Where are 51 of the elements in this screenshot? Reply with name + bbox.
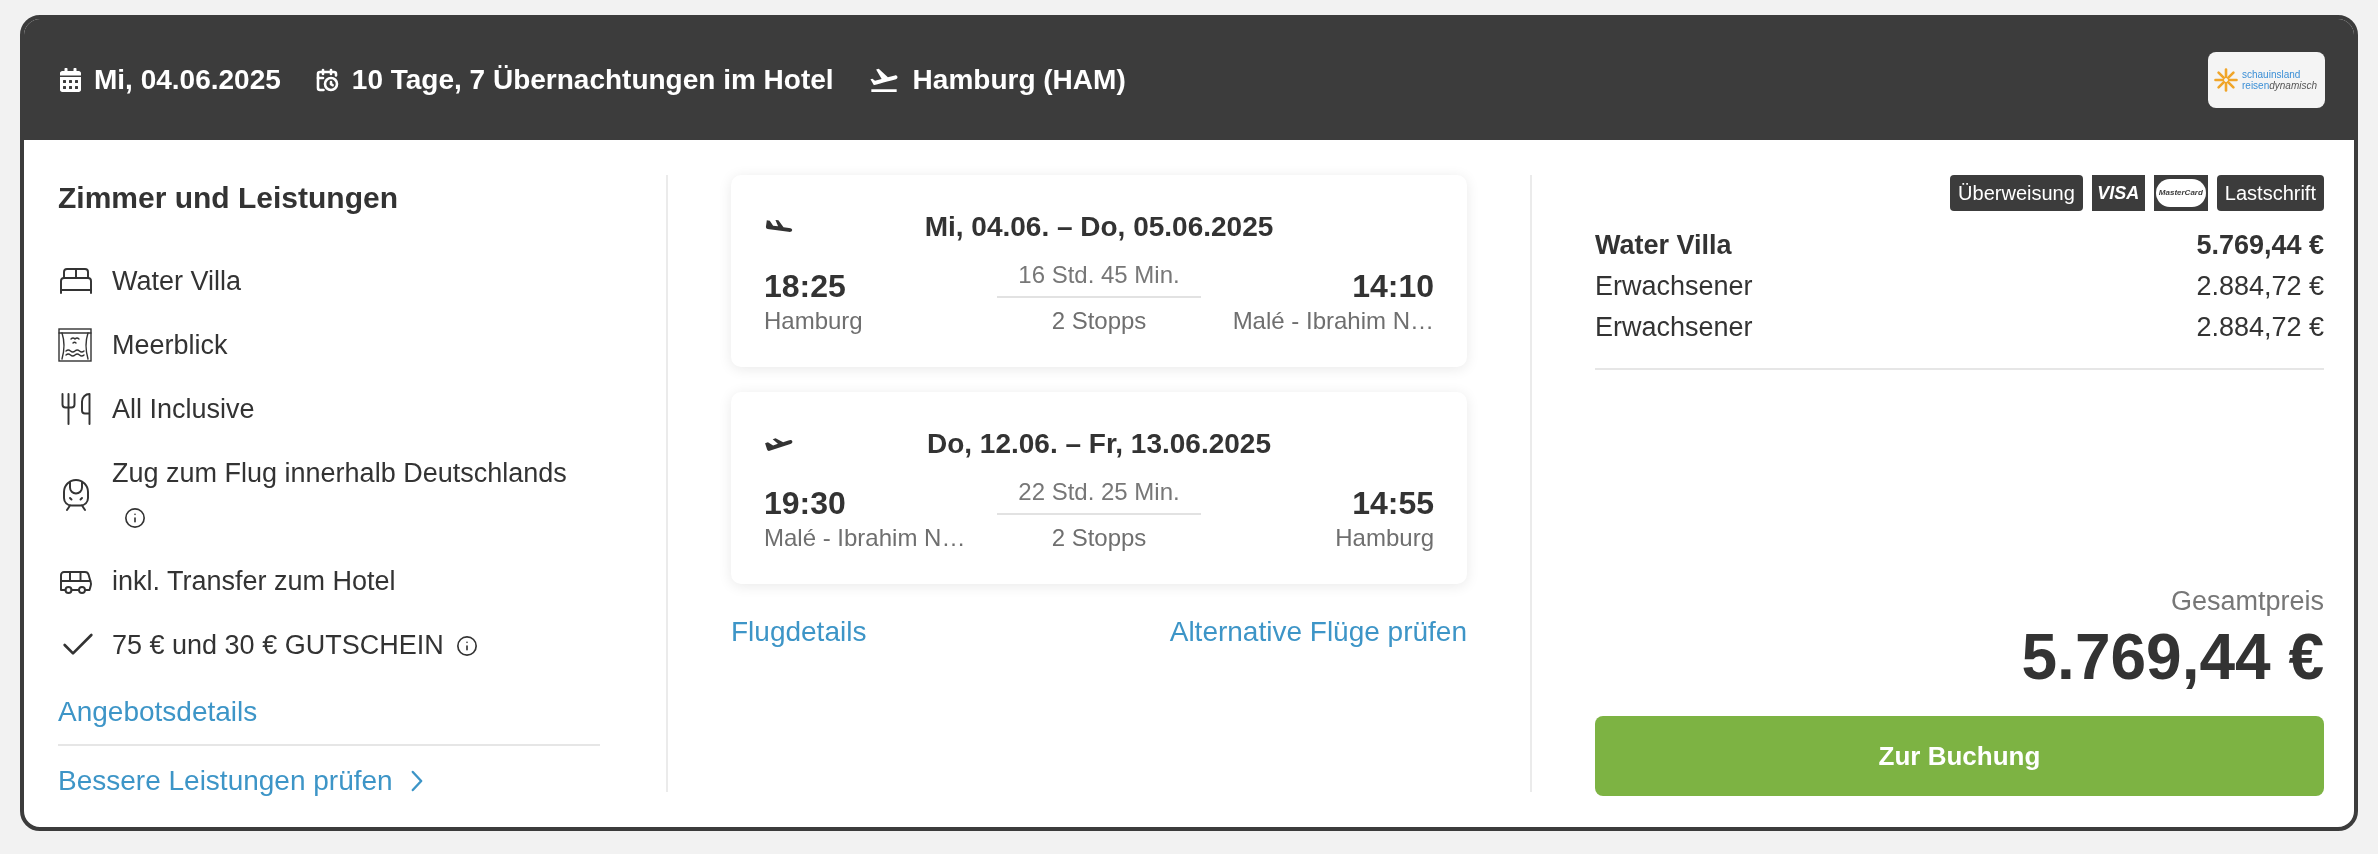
- payment-method-badge: Überweisung: [1950, 175, 2083, 211]
- info-icon[interactable]: [124, 507, 146, 529]
- stops-count: 2 Stopps: [1051, 306, 1147, 336]
- departure-time: 18:25: [764, 267, 846, 305]
- window-waves-icon: [58, 328, 92, 362]
- sun-logo-icon: [2214, 67, 2238, 92]
- departure-place: Malé - Ibrahim N…: [764, 523, 966, 553]
- flight-duration: 22 Std. 25 Min.: [1018, 477, 1180, 507]
- alternative-flights-link[interactable]: Alternative Flüge prüfen: [1169, 614, 1467, 650]
- service-label: Zug zum Flug innerhalb Deutschlands: [112, 458, 567, 488]
- price-item-amount: 2.884,72 €: [2196, 270, 2324, 303]
- section-title: Zimmer und Leistungen: [58, 180, 399, 216]
- arrival-time: 14:55: [1352, 484, 1434, 522]
- visa-logo: VISA: [2091, 175, 2145, 211]
- price-item-label: Water Villa: [1595, 229, 1732, 262]
- booking-button[interactable]: Zur Buchung: [1595, 716, 2324, 796]
- departure-place: Hamburg: [764, 306, 863, 336]
- service-label: Water Villa: [112, 266, 242, 296]
- flight-duration: 16 Std. 45 Min.: [1018, 260, 1180, 290]
- total-price-label: Gesamtpreis: [2170, 585, 2324, 617]
- better-services-link[interactable]: Bessere Leistungen prüfen: [58, 763, 423, 799]
- price-item-label: Erwachsener: [1595, 270, 1753, 303]
- total-price: 5.769,44 €: [2021, 622, 2324, 692]
- logo-wordmark: schauinsland: [2242, 68, 2302, 80]
- flight-details-link[interactable]: Flugdetails: [731, 614, 867, 650]
- offer-details-link[interactable]: Angebotsdetails: [58, 694, 258, 730]
- departure-airport: Hamburg (HAM): [912, 62, 1126, 97]
- service-label: 75 € und 30 € GUTSCHEIN: [112, 630, 444, 660]
- flight-dates: Do, 12.06. – Fr, 13.06.2025: [927, 427, 1271, 461]
- service-label: Meerblick: [112, 330, 228, 360]
- arrival-place: Malé - Ibrahim N…: [1232, 306, 1434, 336]
- service-label: inkl. Transfer zum Hotel: [112, 566, 396, 596]
- price-item-label: Erwachsener: [1595, 311, 1753, 344]
- stops-count: 2 Stopps: [1051, 523, 1147, 553]
- price-item-amount: 2.884,72 €: [2196, 311, 2324, 344]
- flight-dates: Mi, 04.06. – Do, 05.06.2025: [924, 210, 1274, 244]
- arrival-place: Hamburg: [1335, 523, 1434, 553]
- trip-duration: 10 Tage, 7 Übernachtungen im Hotel: [351, 62, 834, 97]
- travel-date: Mi, 04.06.2025: [94, 62, 281, 97]
- arrival-time: 14:10: [1352, 267, 1434, 305]
- payment-method-badge: Lastschrift: [2216, 175, 2324, 211]
- service-label: All Inclusive: [112, 394, 255, 424]
- plane-takeoff-icon: [764, 435, 794, 453]
- logo-wordmark: reisendynamisch: [2242, 79, 2318, 91]
- card-brand-label: MasterCard: [2155, 179, 2206, 207]
- calendar-icon: [60, 67, 81, 92]
- departure-time: 19:30: [764, 484, 846, 522]
- info-icon[interactable]: [455, 635, 478, 657]
- calendar-clock-icon: [314, 67, 339, 92]
- chevron-right-icon: [410, 770, 423, 792]
- price-item-amount: 5.769,44 €: [2196, 229, 2324, 262]
